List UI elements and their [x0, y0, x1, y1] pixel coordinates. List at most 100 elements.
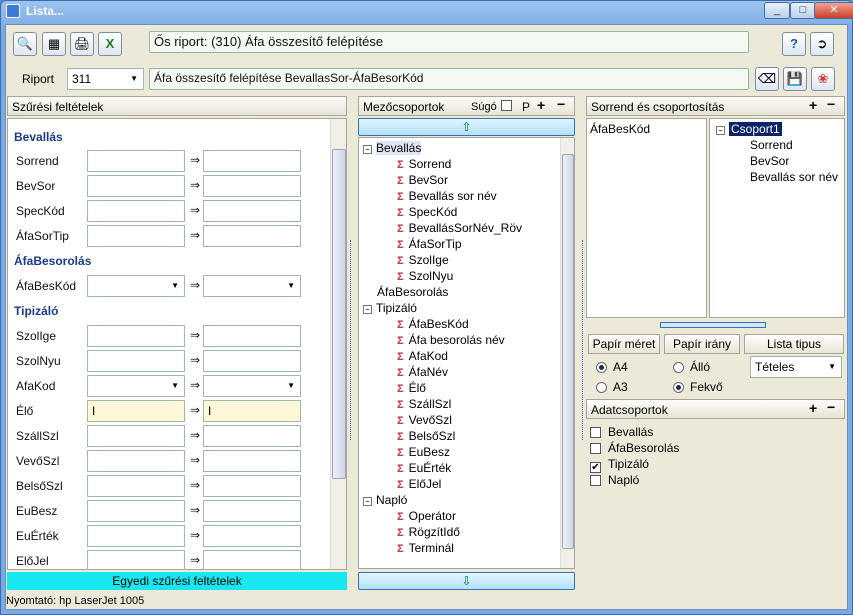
filter-to-input[interactable] [203, 525, 301, 547]
tree-field[interactable]: Σ RögzítIdő [397, 524, 460, 540]
scroll-down-button[interactable]: ⇩ [358, 572, 575, 590]
eraser-icon[interactable]: ⌫ [755, 67, 779, 91]
filter-to-input[interactable] [203, 550, 301, 569]
tree-field[interactable]: Σ Sorrend [397, 156, 451, 172]
filter-to-input[interactable] [203, 475, 301, 497]
datagroup-checkbox[interactable] [590, 427, 601, 438]
group-node[interactable]: − Csoport1 [716, 122, 782, 136]
filter-to-input[interactable] [203, 225, 301, 247]
datagroup-checkbox[interactable]: ✔ [590, 462, 601, 473]
scroll-up-button[interactable]: ⇧ [358, 118, 575, 136]
filter-to-input[interactable] [203, 450, 301, 472]
filter-to-input[interactable] [203, 425, 301, 447]
collapse-icon[interactable]: − [363, 145, 372, 154]
datagroup-item[interactable]: ✔ Tipizáló [590, 457, 649, 473]
tree-field[interactable]: Σ SzállSzl [397, 396, 451, 412]
radio-a4[interactable]: A4 [596, 360, 628, 374]
tree-field[interactable]: Σ ElőJel [397, 476, 441, 492]
filter-to-input[interactable] [203, 325, 301, 347]
tree-field[interactable]: Σ Áfa besorolás név [397, 332, 505, 348]
radio-fekvo[interactable]: Fekvő [673, 380, 723, 394]
custom-filter-button[interactable]: Egyedi szűrési feltételek [7, 572, 347, 590]
filter-from-input[interactable] [87, 475, 185, 497]
filter-from-input[interactable] [87, 150, 185, 172]
minimize-button[interactable]: _ [764, 2, 790, 19]
search-icon[interactable]: 🔍 [13, 32, 37, 56]
collapse-icon[interactable]: − [363, 497, 372, 506]
tree-field[interactable]: Σ BelsőSzl [397, 428, 455, 444]
close-button[interactable]: ✕ [814, 2, 853, 19]
tree-group[interactable]: ÁfaBesorolás [363, 284, 448, 300]
filter-to-input[interactable] [203, 150, 301, 172]
filter-to-input[interactable] [203, 200, 301, 222]
tree-field[interactable]: Σ Élő [397, 380, 426, 396]
tree-field[interactable]: Σ SzolNyu [397, 268, 453, 284]
list-type-select[interactable]: Tételes [750, 356, 842, 378]
tree-scroll-thumb[interactable] [562, 154, 574, 549]
collapse-icon[interactable]: − [363, 305, 372, 314]
expand-all-icon[interactable]: + [537, 97, 545, 113]
help-icon[interactable]: ? [782, 32, 806, 56]
order-splitter[interactable] [660, 322, 766, 328]
excel-export-icon[interactable]: X [98, 32, 122, 56]
filter-from-input[interactable] [87, 375, 185, 397]
filter-from-input[interactable] [87, 325, 185, 347]
filters-scrollbar[interactable] [330, 119, 346, 569]
filter-to-input[interactable] [203, 275, 301, 297]
group-item[interactable]: Bevallás sor név [750, 170, 838, 184]
report-settings-icon[interactable]: ▦ [42, 32, 66, 56]
splitter-left[interactable] [350, 240, 356, 440]
filter-to-input[interactable] [203, 175, 301, 197]
order-add-icon[interactable]: + [809, 97, 817, 113]
datagroup-item[interactable]: ÁfaBesorolás [590, 441, 679, 455]
tree-field[interactable]: Σ Operátor [397, 508, 456, 524]
order-item[interactable]: ÁfaBesKód [590, 122, 650, 136]
splitter-right[interactable] [577, 240, 583, 440]
exit-icon[interactable]: ➲ [810, 32, 834, 56]
tree-field[interactable]: Σ Terminál [397, 540, 454, 556]
maximize-button[interactable]: □ [790, 2, 816, 19]
radio-allo[interactable]: Álló [673, 360, 710, 374]
radio-a3[interactable]: A3 [596, 380, 628, 394]
print-icon[interactable]: 🖨 [70, 32, 94, 56]
collapse-all-icon[interactable]: − [557, 96, 565, 112]
tree-group[interactable]: − Bevallás [363, 140, 422, 156]
tree-group[interactable]: − Tipizáló [363, 300, 417, 316]
save-icon[interactable]: 💾 [783, 67, 807, 91]
filter-from-input[interactable] [87, 500, 185, 522]
filter-from-input[interactable]: I [87, 400, 185, 422]
filter-to-input[interactable] [203, 375, 301, 397]
tree-field[interactable]: Σ ÁfaNév [397, 364, 448, 380]
help-checkbox[interactable] [501, 100, 512, 111]
colors-icon[interactable]: ❀ [811, 67, 835, 91]
group-item[interactable]: BevSor [750, 154, 789, 168]
filter-from-input[interactable] [87, 425, 185, 447]
tree-field[interactable]: Σ SzolIge [397, 252, 449, 268]
tree-field[interactable]: Σ EuÉrték [397, 460, 451, 476]
tree-field[interactable]: Σ Bevallás sor név [397, 188, 497, 204]
group-label[interactable]: Csoport1 [729, 122, 782, 136]
filter-from-input[interactable] [87, 450, 185, 472]
datagroups-remove-icon[interactable]: − [827, 399, 835, 415]
filter-from-input[interactable] [87, 350, 185, 372]
collapse-icon[interactable]: − [716, 126, 725, 135]
datagroup-checkbox[interactable] [590, 475, 601, 486]
filter-from-input[interactable] [87, 175, 185, 197]
filter-from-input[interactable] [87, 550, 185, 569]
tree-field[interactable]: Σ SpecKód [397, 204, 457, 220]
filter-from-input[interactable] [87, 275, 185, 297]
datagroup-item[interactable]: Bevallás [590, 425, 653, 439]
filter-from-input[interactable] [87, 525, 185, 547]
riport-select[interactable]: 311 [67, 68, 144, 90]
order-remove-icon[interactable]: − [827, 96, 835, 112]
filter-to-input[interactable] [203, 500, 301, 522]
title-bar[interactable]: Lista... _ □ ✕ [6, 2, 853, 22]
tree-scrollbar[interactable] [560, 138, 574, 568]
tree-field[interactable]: Σ BevSor [397, 172, 448, 188]
tree-field[interactable]: Σ EuBesz [397, 444, 450, 460]
tree-field[interactable]: Σ AfaKod [397, 348, 448, 364]
tree-field[interactable]: Σ ÁfaSorTip [397, 236, 462, 252]
tree-field[interactable]: Σ VevőSzl [397, 412, 452, 428]
datagroup-item[interactable]: Napló [590, 473, 639, 487]
datagroups-add-icon[interactable]: + [809, 400, 817, 416]
